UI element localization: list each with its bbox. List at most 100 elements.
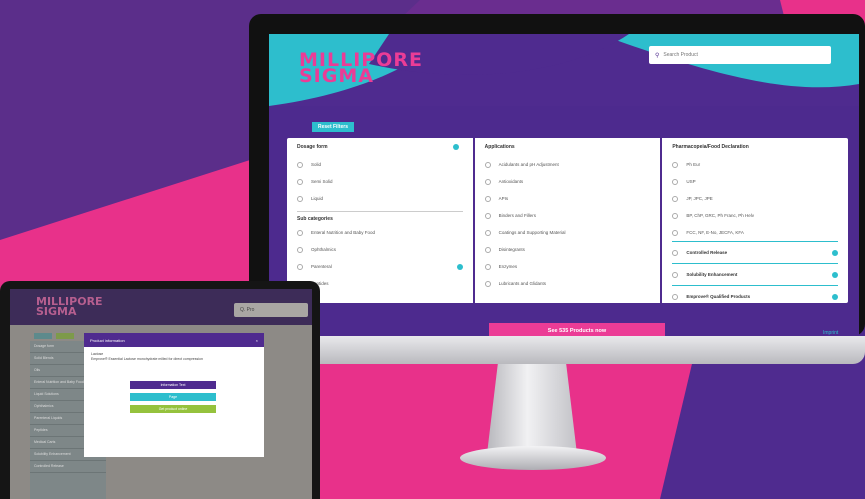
filter-option[interactable]: Liquid [297, 190, 463, 207]
radio-button[interactable] [672, 271, 679, 278]
filter-option[interactable]: Lubricants and Glidants [484, 275, 651, 292]
sidebar-item[interactable]: Controlled Release [30, 461, 106, 473]
radio-button[interactable] [297, 161, 303, 168]
monitor-chin [249, 336, 865, 364]
toggle-controlled-release[interactable]: Controlled Release [672, 241, 839, 263]
filter-option[interactable]: Peptides [297, 275, 463, 292]
filter-option[interactable]: FCC, NF, E-No, JECFA, KFA [672, 224, 838, 241]
filter-option[interactable]: Disintegrants [484, 241, 651, 258]
toggle-label: Solubility Enhancement [686, 272, 738, 277]
filter-option[interactable]: Coatings and Supporting Material [484, 224, 651, 241]
monitor-stand-base [460, 446, 606, 470]
option-label: JP, JPC, JPE [686, 196, 713, 201]
tablet-header: MILLIPORE SIGMA Q. Pro [10, 289, 312, 325]
option-label: USP [686, 179, 696, 184]
radio-button[interactable] [672, 229, 679, 236]
option-label: Semi Solid [311, 179, 333, 184]
page-button[interactable]: Page [130, 393, 216, 401]
millipore-sigma-logo[interactable]: MILLIPORE SIGMA [299, 51, 423, 86]
filter-option[interactable]: BP, ChP, GRC, Ph Franc, Ph Helv [672, 207, 838, 224]
filter-option[interactable]: Semi Solid [297, 173, 463, 190]
option-label: APIs [498, 196, 509, 201]
radio-button[interactable] [297, 263, 303, 270]
sub-categories-title: Sub categories [297, 211, 463, 222]
get-product-online-button[interactable]: Get product online [130, 405, 216, 413]
radio-button[interactable] [672, 249, 679, 256]
radio-button[interactable] [297, 178, 303, 185]
option-label: Liquid [311, 196, 324, 201]
option-label: Binders and Fillers [498, 213, 536, 218]
tablet-screen: MILLIPORE SIGMA Q. Pro Dosage form Solid… [10, 289, 312, 499]
filter-option[interactable]: Ophthalmics [297, 241, 463, 258]
radio-button[interactable] [484, 229, 491, 236]
column-title: Dosage form [297, 144, 328, 150]
info-dot-icon[interactable] [832, 271, 839, 278]
radio-button[interactable] [297, 229, 303, 236]
modal-header: Product information × [84, 333, 264, 347]
see-products-button[interactable]: See 535 Products now [489, 323, 665, 336]
radio-button[interactable] [672, 161, 679, 168]
option-label: Parenteral [311, 264, 332, 269]
toggle-label: Controlled Release [686, 250, 728, 255]
info-dot-icon[interactable] [832, 249, 839, 256]
option-label: Lubricants and Glidants [498, 281, 546, 286]
reset-filters-button[interactable]: Reset Filters [312, 122, 354, 132]
tablet-reset-button[interactable] [34, 333, 52, 339]
filter-option[interactable]: Solid [297, 156, 463, 173]
filter-option[interactable]: Parenteral [297, 258, 463, 275]
option-label: Enzymes [498, 264, 518, 269]
option-label: Acidulants and pH Adjustment [498, 162, 559, 167]
radio-button[interactable] [484, 161, 491, 168]
toggle-emprove-qualified[interactable]: Emprove® Qualified Products [672, 285, 839, 303]
filter-column-dosage-form: Dosage form Solid Semi Solid Liquid Sub … [287, 138, 475, 303]
radio-button[interactable] [484, 263, 491, 270]
filter-column-pharmacopeia: Pharmacopeia/Food Declaration Ph Eur USP… [662, 138, 848, 303]
option-label: Solid [311, 162, 322, 167]
modal-text: Emprove® Essential Lactose monohydrate m… [91, 357, 203, 361]
search-input[interactable] [663, 52, 814, 58]
info-dot-icon[interactable] [456, 263, 463, 270]
option-label: FCC, NF, E-No, JECFA, KFA [686, 230, 744, 235]
filter-option[interactable]: Acidulants and pH Adjustment [484, 156, 651, 173]
product-info-modal: Product information × Lactose Emprove® E… [84, 333, 264, 457]
column-title: Applications [484, 144, 515, 150]
option-label: Coatings and Supporting Material [498, 230, 566, 235]
tablet-device: MILLIPORE SIGMA Q. Pro Dosage form Solid… [0, 281, 320, 499]
radio-button[interactable] [484, 178, 491, 185]
filter-option[interactable]: Enzymes [484, 258, 651, 275]
toggle-solubility-enhancement[interactable]: Solubility Enhancement [672, 263, 839, 285]
information-text-button[interactable]: Information Text [130, 381, 216, 389]
filter-panel: Dosage form Solid Semi Solid Liquid Sub … [287, 138, 848, 303]
radio-button[interactable] [484, 280, 491, 287]
filter-option[interactable]: JP, JPC, JPE [672, 190, 838, 207]
filter-option[interactable]: Binders and Fillers [484, 207, 651, 224]
modal-title: Product information [90, 337, 125, 343]
info-dot-icon[interactable] [452, 144, 459, 150]
radio-button[interactable] [297, 195, 303, 202]
option-label: Ophthalmics [311, 247, 337, 252]
site-header: MILLIPORE SIGMA ⚲ [269, 34, 859, 106]
filter-option[interactable]: Enteral Nutrition and Baby Food [297, 224, 463, 241]
radio-button[interactable] [297, 246, 303, 253]
filter-option[interactable]: APIs [484, 190, 651, 207]
radio-button[interactable] [484, 246, 491, 253]
radio-button[interactable] [484, 195, 491, 202]
radio-button[interactable] [672, 293, 679, 300]
close-icon[interactable]: × [256, 338, 258, 343]
monitor-stand [487, 364, 577, 454]
option-label: BP, ChP, GRC, Ph Franc, Ph Helv [686, 213, 754, 218]
radio-button[interactable] [672, 195, 679, 202]
radio-button[interactable] [672, 178, 679, 185]
option-label: Enteral Nutrition and Baby Food [311, 230, 376, 235]
filter-option[interactable]: Antioxidants [484, 173, 651, 190]
filter-option[interactable]: Ph Eur [672, 156, 838, 173]
tablet-search-input[interactable]: Q. Pro [234, 303, 308, 317]
modal-body: Lactose Emprove® Essential Lactose monoh… [84, 347, 264, 367]
millipore-sigma-logo[interactable]: MILLIPORE SIGMA [36, 296, 103, 317]
radio-button[interactable] [672, 212, 679, 219]
info-dot-icon[interactable] [832, 293, 839, 300]
filter-option[interactable]: USP [672, 173, 838, 190]
search-bar[interactable]: ⚲ [649, 46, 831, 64]
tablet-filter-button[interactable] [56, 333, 74, 339]
radio-button[interactable] [484, 212, 491, 219]
